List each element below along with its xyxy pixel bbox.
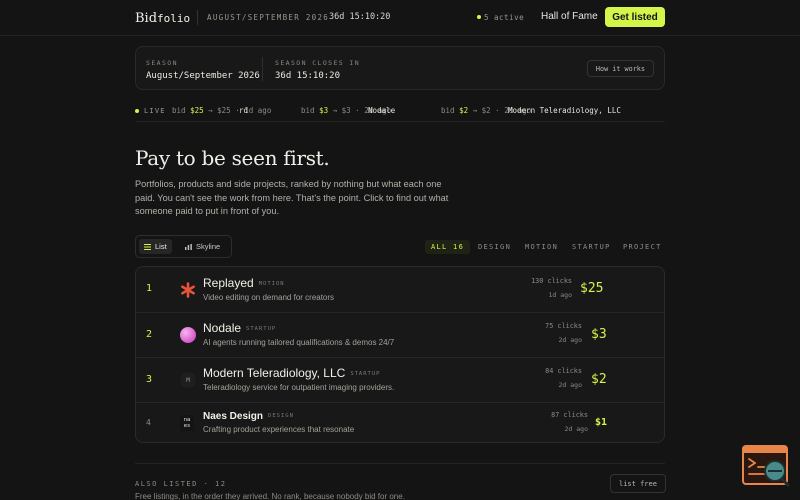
hero-description: Portfolios, products and side projects, … [135, 179, 449, 216]
click-count: 84 clicks [545, 367, 582, 375]
bar-chart-icon [185, 243, 192, 250]
live-dot-icon [135, 109, 139, 113]
listing-title: Nodale [203, 321, 242, 335]
active-status-dot-icon [477, 15, 481, 19]
ticker-name: rd [239, 106, 249, 115]
ticker-name: Nodale [368, 106, 396, 115]
listing-description: Teleradiology service for outpatient ima… [203, 383, 395, 392]
time-ago: 1d ago [548, 291, 572, 299]
top-nav: Bidfolio AUGUST/SEPTEMBER 2026 36d 15:10… [0, 0, 800, 36]
listing-title: Naes Design [203, 411, 264, 422]
category-tag: STARTUP [350, 370, 381, 377]
how-it-works-button[interactable]: How it works [586, 60, 654, 77]
ranking-list: 1 Replayed MOTION Video editing on demand… [135, 266, 665, 443]
season-card: SEASON August/September 2026 SEASON CLOS… [135, 46, 665, 90]
listing-name[interactable]: Naes Design DESIGN [203, 411, 294, 422]
live-label: LIVE [144, 107, 166, 115]
click-count: 75 clicks [545, 322, 582, 330]
get-listed-button[interactable]: Get listed [605, 7, 665, 27]
also-listed-description: Free listings, in the order they arrived… [135, 492, 405, 500]
ticker-item[interactable]: rd bid $25 → $25 · 1d ago [172, 106, 271, 115]
filter-motion[interactable]: MOTION [525, 240, 558, 254]
ranking-row[interactable]: 1 Replayed MOTION Video editing on demand… [136, 267, 664, 313]
ticker-item[interactable]: Nodale bid $3 → $3 · 2d ago [301, 106, 395, 115]
listing-description: AI agents running tailored qualification… [203, 338, 395, 347]
season-label: SEASON [146, 59, 178, 67]
list-icon [144, 243, 151, 250]
ticker-amount: $25 [190, 106, 204, 115]
rank-number: 3 [146, 374, 153, 385]
feedback-widget-icon[interactable] [742, 445, 790, 487]
ticker-bid-word: bid [441, 106, 455, 115]
filter-design[interactable]: DESIGN [478, 240, 511, 254]
rank-number: 2 [146, 329, 153, 340]
filter-all[interactable]: ALL 16 [425, 240, 471, 254]
list-free-button[interactable]: list free [610, 474, 666, 493]
listing-name[interactable]: Replayed MOTION [203, 276, 285, 290]
category-tag: DESIGN [268, 413, 294, 420]
hero-title: Pay to be seen first. [135, 146, 330, 170]
active-count: 5 active [484, 13, 525, 22]
ranking-row[interactable]: 4 na es Naes Design DESIGN Crafting produ… [136, 403, 664, 442]
season-value: August/September 2026 [146, 71, 260, 81]
also-listed-label: ALSO LISTED · 12 [135, 480, 227, 488]
logo[interactable]: Bidfolio [135, 10, 190, 26]
bid-amount: $1 [595, 417, 608, 428]
listing-title: Replayed [203, 276, 254, 290]
listing-description: Crafting product experiences that resona… [203, 425, 355, 434]
click-count: 130 clicks [531, 277, 572, 285]
ticker-bid-word: bid [301, 106, 315, 115]
category-tag: MOTION [258, 280, 285, 287]
nav-countdown: 36d 15:10:20 [329, 12, 391, 22]
ranking-row[interactable]: 2 Nodale STARTUP AI agents running tailor… [136, 313, 664, 358]
category-tag: STARTUP [246, 325, 277, 332]
time-ago: 2d ago [558, 336, 582, 344]
orb-icon [180, 327, 196, 343]
list-view-button[interactable]: List [139, 239, 172, 254]
ticker-item[interactable]: Modern Teleradiology, LLC bid $2 → $2 · … [441, 106, 621, 115]
listing-name[interactable]: Nodale STARTUP [203, 321, 276, 335]
filter-project[interactable]: PROJECT [623, 240, 662, 254]
live-bid-ticker: LIVE rd bid $25 → $25 · 1d ago Nodale bi… [135, 100, 665, 122]
nav-season-label: AUGUST/SEPTEMBER 2026 [207, 13, 330, 22]
bid-amount: $3 [591, 327, 607, 342]
list-view-label: List [155, 242, 167, 251]
ticker-bid-word: bid [172, 106, 186, 115]
closes-label: SEASON CLOSES IN [275, 59, 361, 67]
listing-title: Modern Teleradiology, LLC [203, 366, 346, 380]
listing-description: Video editing on demand for creators [203, 293, 335, 302]
click-count: 87 clicks [551, 411, 588, 419]
ticker-name: Modern Teleradiology, LLC [508, 106, 621, 115]
ticker-amount: $2 [459, 106, 469, 115]
naes-logo-icon: na es [180, 415, 194, 431]
nav-divider [197, 10, 198, 25]
rank-number: 1 [146, 283, 153, 294]
rank-number: 4 [146, 418, 151, 427]
time-ago: 2d ago [558, 381, 582, 389]
asterisk-icon [180, 282, 196, 298]
season-card-divider [262, 57, 263, 81]
listing-name[interactable]: Modern Teleradiology, LLC STARTUP [203, 366, 381, 380]
view-toggle: List Skyline [135, 235, 232, 258]
monogram-icon: M [180, 372, 196, 388]
time-ago: 2d ago [564, 425, 588, 433]
bid-amount: $2 [591, 372, 607, 387]
hall-of-fame-link[interactable]: Hall of Fame [541, 11, 598, 22]
closes-countdown: 36d 15:10:20 [275, 71, 341, 81]
skyline-view-label: Skyline [196, 242, 221, 251]
skyline-view-button[interactable]: Skyline [180, 239, 225, 254]
ticker-amount: $3 [319, 106, 329, 115]
bid-amount: $25 [580, 281, 604, 296]
section-divider [135, 463, 665, 464]
filter-startup[interactable]: STARTUP [572, 240, 611, 254]
ranking-row[interactable]: 3 M Modern Teleradiology, LLC STARTUP Tel… [136, 358, 664, 403]
